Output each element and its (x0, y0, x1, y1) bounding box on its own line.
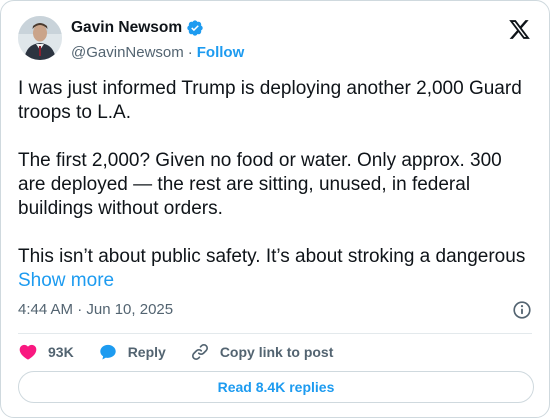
copy-link-button[interactable]: Copy link to post (190, 342, 334, 362)
like-button[interactable]: 93K (18, 342, 98, 362)
read-replies-label: Read 8.4K replies (217, 379, 335, 395)
link-icon (191, 343, 208, 361)
verified-badge-icon (187, 20, 203, 36)
reply-label: Reply (127, 344, 166, 360)
read-replies-button[interactable]: Read 8.4K replies (18, 371, 534, 403)
follow-button[interactable]: Follow (197, 44, 245, 61)
post-paragraph: The first 2,000? Given no food or water.… (18, 150, 502, 219)
author-name[interactable]: Gavin Newsom (71, 19, 182, 37)
post-paragraph: This isn’t about public safety. It’s abo… (18, 246, 526, 267)
action-bar: 93K Reply Copy link to post (18, 340, 333, 364)
divider (18, 333, 532, 334)
copy-link-label: Copy link to post (219, 344, 334, 360)
info-icon[interactable] (511, 299, 533, 321)
avatar[interactable] (18, 16, 62, 60)
tweet-card: Gavin Newsom @GavinNewsom · Follow I was… (0, 0, 550, 418)
show-more-link[interactable]: Show more (18, 270, 114, 291)
post-paragraph: I was just informed Trump is deploying a… (18, 78, 522, 123)
reply-bubble-icon (99, 344, 116, 360)
author-block: Gavin Newsom @GavinNewsom · Follow (71, 17, 244, 63)
author-handle[interactable]: @GavinNewsom (71, 44, 184, 61)
avatar-photo-icon (18, 16, 62, 60)
heart-icon (19, 344, 37, 360)
x-logo-icon[interactable] (508, 18, 531, 41)
separator-dot: · (187, 43, 193, 61)
post-text: I was just informed Trump is deploying a… (18, 77, 533, 293)
reply-button[interactable]: Reply (98, 342, 190, 362)
like-count: 93K (48, 344, 74, 360)
post-timestamp[interactable]: 4:44 AM · Jun 10, 2025 (18, 301, 173, 318)
